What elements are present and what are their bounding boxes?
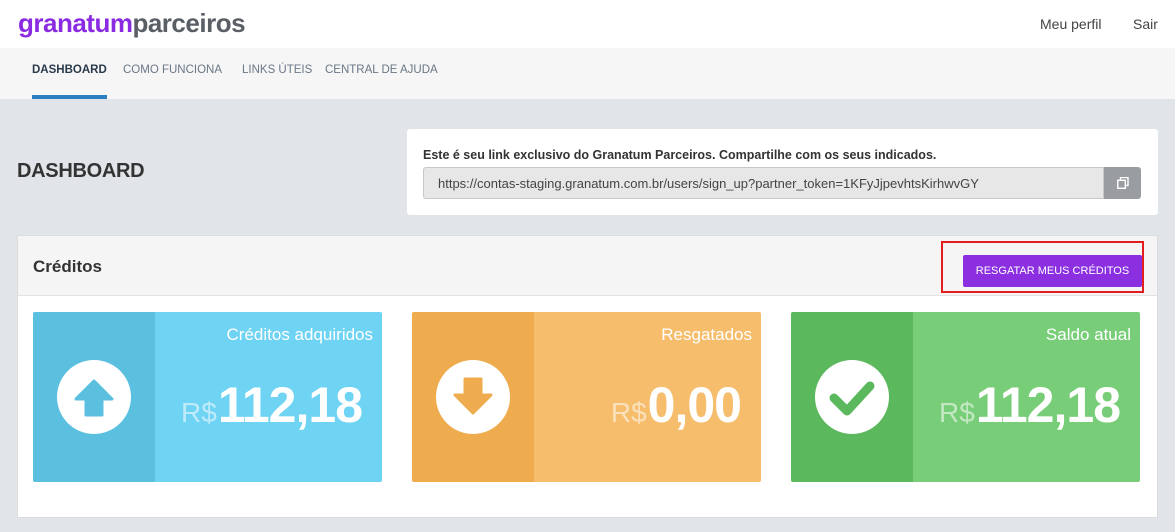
stat-icon-side [791, 312, 913, 482]
logout-link[interactable]: Sair [1133, 16, 1158, 32]
redeem-credits-button[interactable]: RESGATAR MEUS CRÉDITOS [963, 255, 1142, 287]
credits-title: Créditos [33, 257, 102, 276]
active-tab-indicator [32, 95, 107, 99]
stat-value: R$ 0,00 [610, 376, 742, 434]
stat-icon-side [412, 312, 534, 482]
stat-label: Resgatados [661, 325, 752, 344]
credits-panel: Créditos RESGATAR MEUS CRÉDITOS Créditos… [17, 235, 1158, 518]
tab-links-uteis[interactable]: LINKS ÚTEIS [242, 64, 312, 76]
brand-logo-part1: granatum [18, 8, 133, 38]
top-bar: granatumparceiros Meu perfil Sair [0, 0, 1175, 48]
redeem-highlight-box: RESGATAR MEUS CRÉDITOS [941, 241, 1144, 293]
stat-value: R$ 112,18 [181, 376, 363, 434]
copy-link-button[interactable] [1104, 167, 1141, 199]
stat-amount: 112,18 [217, 377, 363, 433]
stat-body: Créditos adquiridos R$ 112,18 [155, 312, 382, 482]
icon-circle [57, 360, 131, 434]
check-icon [829, 381, 875, 416]
stat-label: Créditos adquiridos [226, 325, 373, 344]
stat-amount: 112,18 [975, 377, 1121, 433]
stat-card-redeemed: Resgatados R$ 0,00 [412, 312, 761, 482]
stat-label: Saldo atual [1045, 325, 1131, 344]
tab-central-de-ajuda[interactable]: CENTRAL DE AJUDA [325, 64, 438, 76]
arrow-up-icon [74, 379, 114, 417]
icon-circle [436, 360, 510, 434]
credits-header: Créditos RESGATAR MEUS CRÉDITOS [18, 236, 1157, 296]
arrow-down-icon [453, 377, 493, 415]
brand-logo-part2: parceiros [132, 8, 246, 38]
tab-dashboard[interactable]: DASHBOARD [32, 64, 107, 76]
brand-logo[interactable]: granatumparceiros [18, 8, 246, 38]
stat-card-balance: Saldo atual R$ 112,18 [791, 312, 1140, 482]
currency-symbol: R$ [610, 397, 647, 428]
stat-value: R$ 112,18 [939, 376, 1121, 434]
copy-icon [1116, 177, 1129, 189]
currency-symbol: R$ [939, 397, 975, 428]
referral-link-input[interactable] [423, 167, 1104, 199]
main-nav: DASHBOARD COMO FUNCIONA LINKS ÚTEIS CENT… [0, 48, 1175, 99]
stat-body: Saldo atual R$ 112,18 [913, 312, 1140, 482]
page-title: DASHBOARD [17, 160, 145, 182]
stat-card-acquired: Créditos adquiridos R$ 112,18 [33, 312, 382, 482]
referral-link-label: Este é seu link exclusivo do Granatum Pa… [423, 148, 937, 162]
icon-circle [815, 360, 889, 434]
currency-symbol: R$ [181, 397, 217, 428]
stat-amount: 0,00 [647, 377, 742, 433]
profile-link[interactable]: Meu perfil [1040, 16, 1101, 32]
tab-como-funciona[interactable]: COMO FUNCIONA [123, 64, 222, 76]
stat-body: Resgatados R$ 0,00 [534, 312, 761, 482]
stat-icon-side [33, 312, 155, 482]
referral-link-card: Este é seu link exclusivo do Granatum Pa… [407, 129, 1158, 215]
